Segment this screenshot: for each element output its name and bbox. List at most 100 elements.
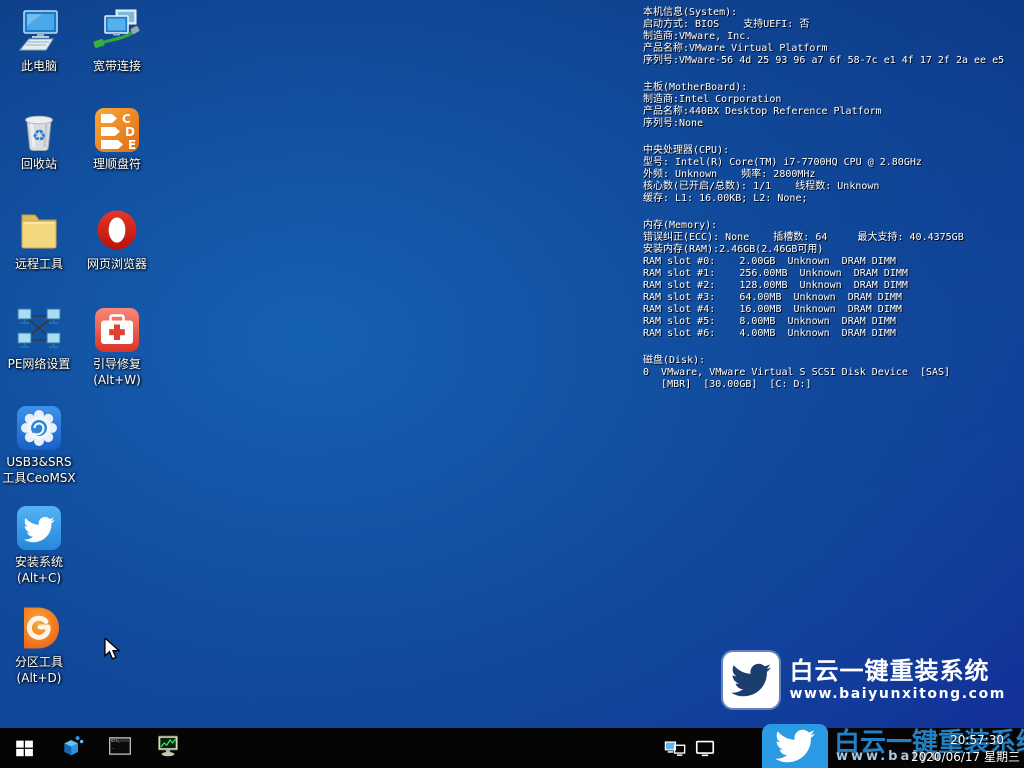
sysinfo-line: 启动方式: BIOS 支持UEFI: 否 bbox=[643, 19, 1023, 31]
sysinfo-line: 内存(Memory): bbox=[643, 220, 1023, 232]
desktop-icon-label: 理顺盘符 bbox=[78, 156, 156, 172]
desktop-icon-label-line: 回收站 bbox=[0, 156, 78, 172]
desktop-icon-label-line: 此电脑 bbox=[0, 58, 78, 74]
display-switch-tray-icon[interactable] bbox=[694, 737, 716, 759]
desktop-icon-recycle-bin[interactable]: ♻ 回收站 bbox=[0, 106, 78, 172]
desktop-icon-label-line: USB3&SRS bbox=[0, 454, 78, 470]
desktop-icon-label: 回收站 bbox=[0, 156, 78, 172]
desktop-icon-label: 网页浏览器 bbox=[78, 256, 156, 272]
desktop-watermark: 白云一键重装系统 www.baiyunxitong.com bbox=[723, 652, 1006, 708]
sysinfo-line: 错误纠正(ECC): None 插槽数: 64 最大支持: 40.4375GB bbox=[643, 232, 1023, 244]
sysinfo-line: 制造商:VMware, Inc. bbox=[643, 31, 1023, 43]
desktop-icon-label-line: 宽带连接 bbox=[78, 58, 156, 74]
sysinfo-line: 型号: Intel(R) Core(TM) i7-7700HQ CPU @ 2.… bbox=[643, 157, 1023, 169]
desktop-icon-label: 宽带连接 bbox=[78, 58, 156, 74]
sysinfo-line: RAM slot #1: 256.00MB Unknown DRAM DIMM bbox=[643, 268, 1023, 280]
diskgenius-icon bbox=[15, 604, 63, 652]
sysinfo-line: RAM slot #5: 8.00MB Unknown DRAM DIMM bbox=[643, 316, 1023, 328]
sysinfo-line: 制造商:Intel Corporation bbox=[643, 94, 1023, 106]
taskbar: C:\_ _ bbox=[0, 728, 1024, 768]
system-info-panel: 本机信息(System):启动方式: BIOS 支持UEFI: 否制造商:VMw… bbox=[643, 7, 1023, 406]
sysinfo-line: 缓存: L1: 16.00KB; L2: None; bbox=[643, 193, 1023, 205]
desktop-icon-remote-tools[interactable]: 远程工具 bbox=[0, 206, 78, 272]
desktop-icon-partition-tool[interactable]: 分区工具(Alt+D) bbox=[0, 604, 78, 686]
sysinfo-section: 本机信息(System):启动方式: BIOS 支持UEFI: 否制造商:VMw… bbox=[643, 7, 1023, 67]
svg-text:E: E bbox=[128, 138, 136, 152]
network-topology-icon bbox=[15, 306, 63, 354]
task-manager-button[interactable] bbox=[144, 728, 192, 768]
desktop-icon-this-pc[interactable]: 此电脑 bbox=[0, 8, 78, 74]
svg-text:C: C bbox=[122, 112, 131, 126]
desktop-icon-boot-repair[interactable]: 引导修复(Alt+W) bbox=[78, 306, 156, 388]
bird-logo-icon bbox=[723, 652, 779, 708]
network-status-tray-icon[interactable] bbox=[664, 737, 686, 759]
sysinfo-line: 本机信息(System): bbox=[643, 7, 1023, 19]
desktop-icon-label-line: 网页浏览器 bbox=[78, 256, 156, 272]
svg-text:_: _ bbox=[112, 745, 115, 750]
sysinfo-section: 中央处理器(CPU):型号: Intel(R) Core(TM) i7-7700… bbox=[643, 145, 1023, 205]
opera-icon bbox=[93, 206, 141, 254]
sysinfo-line: 0 VMware, VMware Virtual S SCSI Disk Dev… bbox=[643, 367, 1023, 379]
desktop-icon-broadband[interactable]: 宽带连接 bbox=[78, 8, 156, 74]
desktop-icon-label-line: (Alt+D) bbox=[0, 670, 78, 686]
desktop-icon-usb3-srs-tool[interactable]: USB3&SRS工具CeoMSX bbox=[0, 404, 78, 486]
desktop-icon-label: 此电脑 bbox=[0, 58, 78, 74]
command-prompt-button[interactable]: C:\_ _ bbox=[96, 728, 144, 768]
sysinfo-line: RAM slot #2: 128.00MB Unknown DRAM DIMM bbox=[643, 280, 1023, 292]
desktop-icon-label-line: 分区工具 bbox=[0, 654, 78, 670]
desktop-icon-label-line: 安装系统 bbox=[0, 554, 78, 570]
desktop-icon-install-system[interactable]: 安装系统(Alt+C) bbox=[0, 504, 78, 586]
gear-swirl-icon bbox=[15, 404, 63, 452]
desktop-icon-web-browser[interactable]: 网页浏览器 bbox=[78, 206, 156, 272]
watermark-text: 白云一键重装系统 www.baiyunxitong.com bbox=[789, 657, 1006, 703]
sysinfo-line: 序列号:None bbox=[643, 118, 1023, 130]
sysinfo-section: 磁盘(Disk):0 VMware, VMware Virtual S SCSI… bbox=[643, 355, 1023, 391]
sysinfo-line: [MBR] [30.00GB] [C: D:] bbox=[643, 379, 1023, 391]
desktop-icon-label: 分区工具(Alt+D) bbox=[0, 654, 78, 686]
bird-app-icon bbox=[15, 504, 63, 552]
desktop-icon-grid: 此电脑宽带连接 ♻ 回收站 CDE 理顺盘符远程工具网页浏览器 PE网络设置引导修复(Al… bbox=[0, 0, 158, 700]
mouse-cursor bbox=[103, 638, 123, 664]
sysinfo-line: RAM slot #4: 16.00MB Unknown DRAM DIMM bbox=[643, 304, 1023, 316]
sysinfo-line: 磁盘(Disk): bbox=[643, 355, 1023, 367]
desktop-icon-label-line: (Alt+W) bbox=[78, 372, 156, 388]
desktop-icon-label-line: PE网络设置 bbox=[0, 356, 78, 372]
registry-editor-button[interactable] bbox=[48, 728, 96, 768]
svg-text:D: D bbox=[125, 125, 135, 139]
sysinfo-section: 内存(Memory):错误纠正(ECC): None 插槽数: 64 最大支持:… bbox=[643, 220, 1023, 340]
taskman-icon bbox=[156, 734, 180, 762]
start-button[interactable] bbox=[0, 728, 48, 768]
sysinfo-line: 安装内存(RAM):2.46GB(2.46GB可用) bbox=[643, 244, 1023, 256]
sysinfo-line: 序列号:VMware-56 4d 25 93 96 a7 6f 58-7c e1… bbox=[643, 55, 1023, 67]
sysinfo-line: RAM slot #6: 4.00MB Unknown DRAM DIMM bbox=[643, 328, 1023, 340]
desktop-icon-drive-letters[interactable]: CDE 理顺盘符 bbox=[78, 106, 156, 172]
taskbar-buttons: C:\_ _ bbox=[48, 728, 192, 768]
sysinfo-line: 中央处理器(CPU): bbox=[643, 145, 1023, 157]
svg-text:C:\_: C:\_ bbox=[111, 738, 120, 742]
sysinfo-section: 主板(MotherBoard):制造商:Intel Corporation产品名… bbox=[643, 82, 1023, 130]
sysinfo-line: 核心数(已开启/总数): 1/1 线程数: Unknown bbox=[643, 181, 1023, 193]
sysinfo-line: 产品名称:440BX Desktop Reference Platform bbox=[643, 106, 1023, 118]
desktop-icon-label-line: 工具CeoMSX bbox=[0, 470, 78, 486]
desktop-icon-label-line: (Alt+C) bbox=[0, 570, 78, 586]
tray-icons bbox=[664, 737, 724, 759]
desktop-icon-label: 远程工具 bbox=[0, 256, 78, 272]
desktop-icon-label: USB3&SRS工具CeoMSX bbox=[0, 454, 78, 486]
watermark-url: www.baiyunxitong.com bbox=[789, 685, 1006, 703]
tray-clock[interactable]: 20:57:30 2020/06/17 星期三 bbox=[911, 732, 1020, 766]
registry-icon bbox=[60, 734, 84, 762]
drive-letters-icon: CDE bbox=[93, 106, 141, 154]
desktop: 此电脑宽带连接 ♻ 回收站 CDE 理顺盘符远程工具网页浏览器 PE网络设置引导修复(Al… bbox=[0, 0, 1024, 768]
sysinfo-line: 主板(MotherBoard): bbox=[643, 82, 1023, 94]
first-aid-icon bbox=[93, 306, 141, 354]
desktop-icon-label: PE网络设置 bbox=[0, 356, 78, 372]
recycle-bin-icon: ♻ bbox=[15, 106, 63, 154]
sysinfo-line: RAM slot #3: 64.00MB Unknown DRAM DIMM bbox=[643, 292, 1023, 304]
folder-icon bbox=[15, 206, 63, 254]
clock-time: 20:57:30 bbox=[911, 732, 1020, 749]
desktop-icon-pe-network[interactable]: PE网络设置 bbox=[0, 306, 78, 372]
network-computers-icon bbox=[93, 8, 141, 56]
desktop-icon-label: 安装系统(Alt+C) bbox=[0, 554, 78, 586]
desktop-icon-label-line: 远程工具 bbox=[0, 256, 78, 272]
sysinfo-line: RAM slot #0: 2.00GB Unknown DRAM DIMM bbox=[643, 256, 1023, 268]
